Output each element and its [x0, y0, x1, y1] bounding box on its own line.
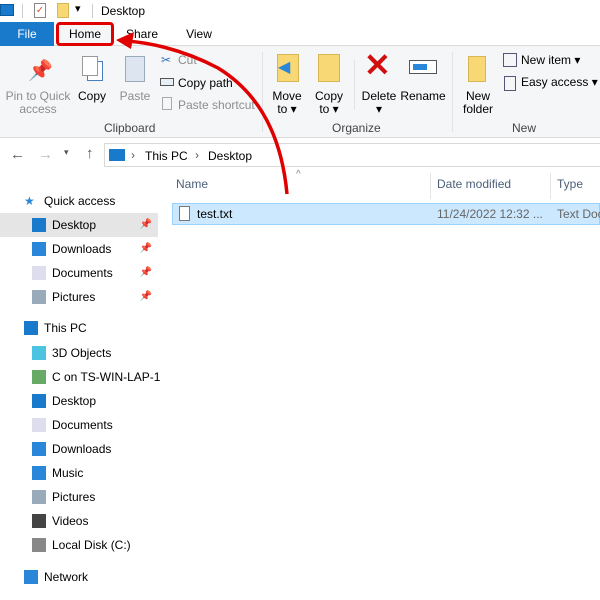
annotation-arrow	[116, 32, 289, 195]
